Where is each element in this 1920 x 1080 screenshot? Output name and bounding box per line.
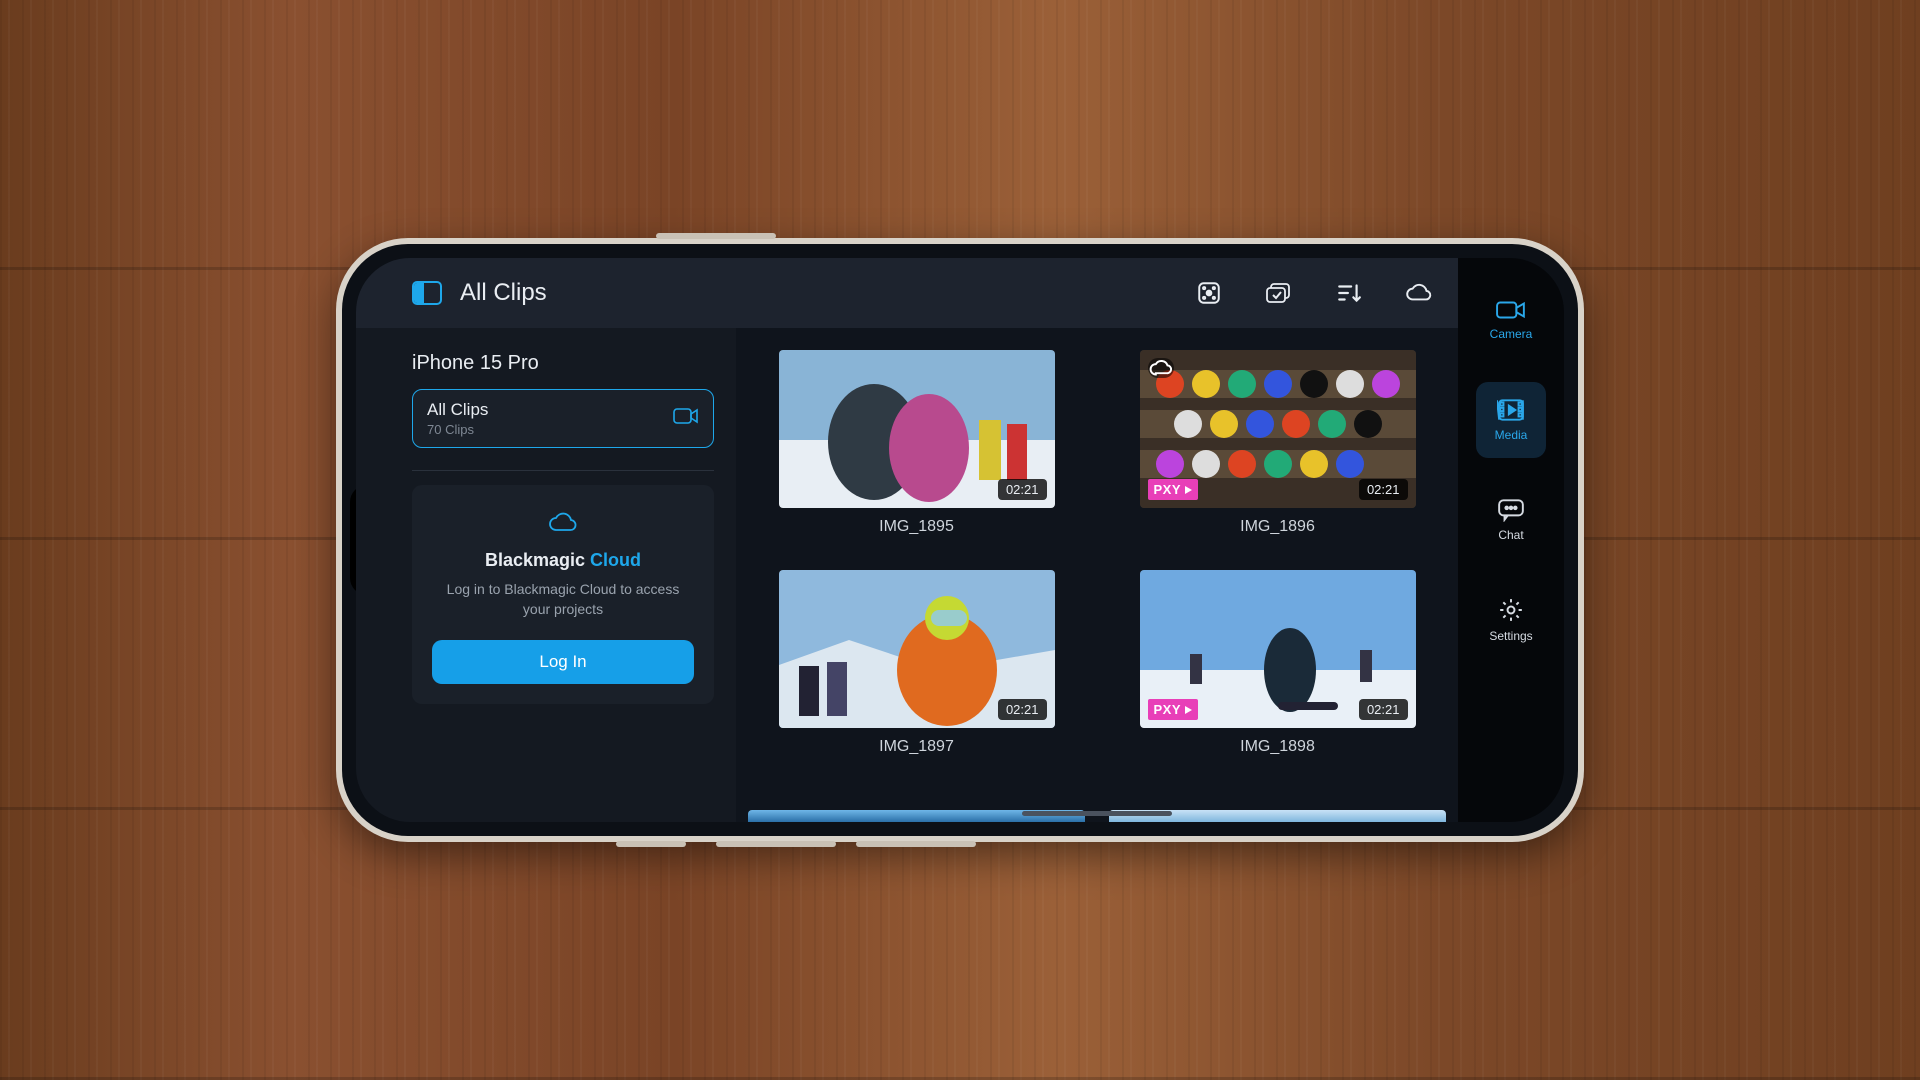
proxy-badge: PXY [1148,699,1199,720]
phone-side-button [716,841,836,847]
sort-icon[interactable] [1334,280,1364,306]
duration-badge: 02:21 [1359,479,1408,500]
phone-side-button [616,841,686,847]
folder-all-clips[interactable]: All Clips 70 Clips [412,389,714,448]
nav-label: Media [1495,428,1528,442]
device-name: iPhone 15 Pro [412,352,714,375]
nav-chat[interactable]: Chat [1476,482,1546,558]
camera-icon [673,407,699,430]
page-title: All Clips [460,279,547,307]
duration-badge: 02:21 [998,479,1047,500]
desk-background: All Clips [0,0,1920,1080]
login-button[interactable]: Log In [432,640,694,684]
cloud-outline-icon [546,511,580,538]
cloud-subtitle: Log in to Blackmagic Cloud to access you… [443,579,683,620]
cloud-login-card: Blackmagic Cloud Log in to Blackmagic Cl… [412,485,714,704]
cloud-badge-icon [1148,358,1174,378]
nav-label: Settings [1489,629,1532,643]
clip-name: IMG_1896 [1240,518,1315,536]
select-icon[interactable] [1264,280,1294,306]
divider [412,470,714,471]
nav-media[interactable]: Media [1476,382,1546,458]
clip-item[interactable]: PXY 02:21 IMG_1896 [1109,350,1446,560]
clip-item[interactable]: 02:21 IMG_1895 [748,350,1085,560]
proxy-badge: PXY [1148,479,1199,500]
clip-name: IMG_1898 [1240,738,1315,756]
panel-toggle-icon[interactable] [412,281,442,305]
clips-grid[interactable]: 02:21 IMG_1895 [736,328,1458,822]
phone-frame: All Clips [336,238,1584,842]
clip-item[interactable]: PXY 02:21 IMG_1898 [1109,570,1446,780]
duration-badge: 02:21 [998,699,1047,720]
duration-badge: 02:21 [1359,699,1408,720]
clip-item[interactable]: 02:21 IMG_1897 [748,570,1085,780]
cloud-title: Blackmagic Cloud [485,550,641,571]
clip-thumbnail[interactable]: 02:21 [779,570,1055,728]
folder-name: All Clips [427,400,488,420]
phone-side-button [656,233,776,239]
nav-label: Camera [1490,327,1533,341]
nav-camera[interactable]: Camera [1476,282,1546,358]
sidebar: iPhone 15 Pro All Clips 70 Clips [356,328,736,822]
clip-name: IMG_1897 [879,738,954,756]
clip-thumbnail[interactable]: PXY 02:21 [1140,570,1416,728]
phone-side-button [856,841,976,847]
phone-bezel: All Clips [342,244,1578,836]
cloud-icon[interactable] [1404,280,1434,306]
clip-thumbnail[interactable]: 02:21 [779,350,1055,508]
nav-label: Chat [1498,528,1523,542]
clip-name: IMG_1895 [879,518,954,536]
header-bar: All Clips [356,258,1458,328]
grid-icon[interactable] [1194,280,1224,306]
app-screen: All Clips [356,258,1564,822]
nav-settings[interactable]: Settings [1476,582,1546,658]
home-indicator[interactable] [1022,811,1172,816]
folder-count: 70 Clips [427,422,488,437]
nav-rail: Camera Media Chat Settings [1458,258,1564,822]
clip-thumbnail[interactable]: PXY 02:21 [1140,350,1416,508]
